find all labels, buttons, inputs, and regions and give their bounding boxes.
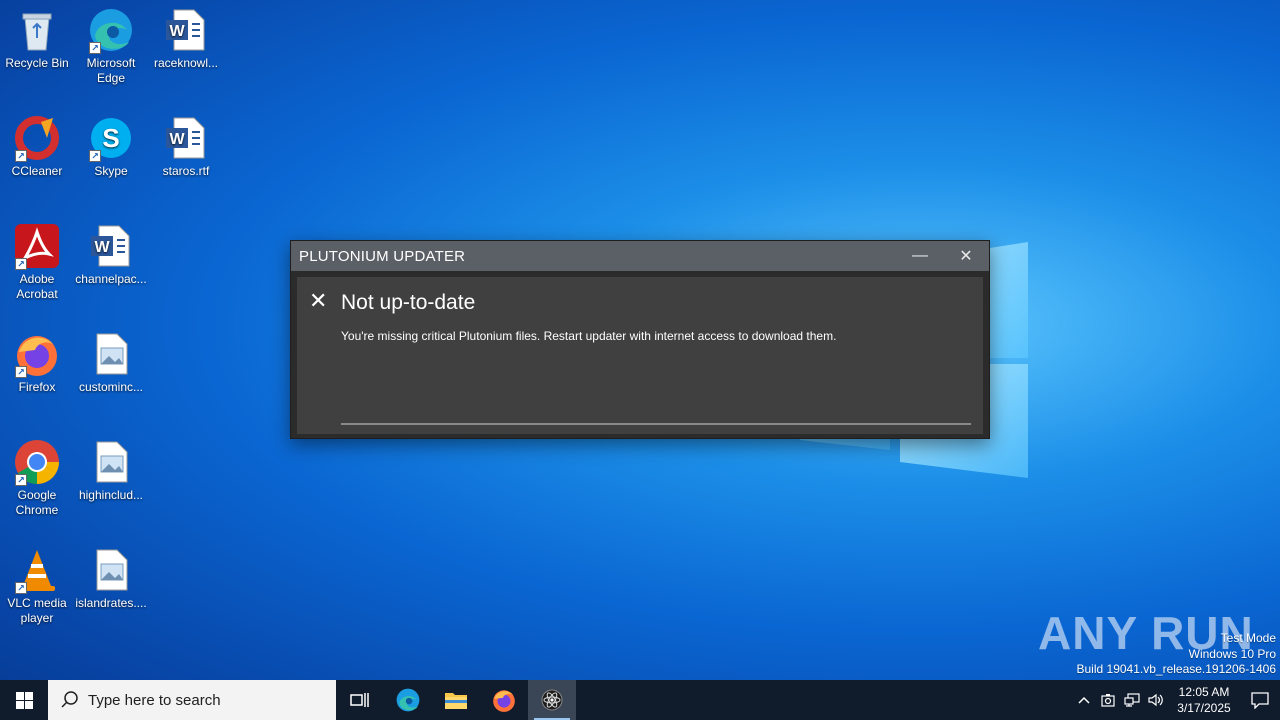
- close-button[interactable]: ✕: [943, 241, 989, 271]
- desktop-icon-label: Microsoft Edge: [86, 56, 136, 85]
- clock-date: 3/17/2025: [1177, 701, 1231, 715]
- desktop-icon-firefox[interactable]: ↗ Firefox: [0, 330, 75, 395]
- desktop-icon-channelpac[interactable]: W channelpac...: [73, 222, 149, 287]
- test-mode-watermark: Test Mode Windows 10 Pro Build 19041.vb_…: [1077, 631, 1277, 678]
- task-view-button[interactable]: [336, 680, 384, 720]
- image-file-icon: [96, 549, 128, 591]
- desktop-icon-label: custominc...: [78, 380, 144, 394]
- desktop-icon-label: highinclud...: [78, 488, 144, 502]
- desktop-icon-staros[interactable]: W staros.rtf: [148, 114, 224, 179]
- svg-text:S: S: [102, 123, 119, 153]
- image-file-icon: [96, 333, 128, 375]
- desktop-icon-label: raceknowl...: [153, 56, 219, 70]
- task-view-icon: [350, 693, 369, 707]
- word-document-icon: W: [166, 9, 205, 51]
- desktop-icon-label: Adobe Acrobat: [16, 272, 58, 301]
- status-message: You're missing critical Plutonium files.…: [341, 329, 837, 343]
- desktop-icon-label: islandrates....: [75, 596, 147, 610]
- network-icon: [1124, 693, 1140, 707]
- svg-text:W: W: [169, 131, 185, 148]
- desktop-icon-google-chrome[interactable]: ↗ Google Chrome: [0, 438, 75, 518]
- desktop-icon-label: CCleaner: [11, 164, 63, 178]
- desktop-icon-label: Recycle Bin: [5, 56, 69, 70]
- start-button[interactable]: [0, 680, 48, 720]
- network-button[interactable]: [1120, 680, 1144, 720]
- desktop-icon-raceknowl[interactable]: W raceknowl...: [148, 6, 224, 71]
- status-heading: Not up-to-date: [341, 291, 476, 314]
- search-placeholder: Type here to search: [88, 691, 221, 709]
- desktop-icon-adobe-acrobat[interactable]: ↗ Adobe Acrobat: [0, 222, 75, 302]
- edge-icon: [396, 688, 420, 712]
- taskbar-file-explorer[interactable]: [432, 680, 480, 720]
- word-document-icon: W: [166, 117, 205, 159]
- desktop-icon-label: Google Chrome: [15, 488, 59, 517]
- desktop-icon-recycle-bin[interactable]: Recycle Bin: [0, 6, 75, 71]
- show-hidden-icons-button[interactable]: [1072, 680, 1096, 720]
- desktop-icon-microsoft-edge[interactable]: ↗ Microsoft Edge: [73, 6, 149, 86]
- desktop-icon-islandrates[interactable]: islandrates....: [73, 546, 149, 611]
- speaker-icon: [1148, 693, 1163, 707]
- plutonium-updater-window: PLUTONIUM UPDATER — ✕ ✕ Not up-to-date Y…: [290, 240, 990, 439]
- taskbar-plutonium[interactable]: [528, 680, 576, 720]
- desktop-icon-label: VLC media player: [7, 596, 67, 625]
- svg-text:W: W: [94, 239, 110, 256]
- taskbar-edge[interactable]: [384, 680, 432, 720]
- image-file-icon: [96, 441, 128, 483]
- desktop-icon-label: Firefox: [18, 380, 56, 394]
- window-title: PLUTONIUM UPDATER: [299, 247, 466, 265]
- plutonium-icon: [541, 689, 563, 711]
- camera-icon: [1101, 694, 1115, 707]
- system-tray: 12:05 AM 3/17/2025: [1072, 680, 1280, 720]
- test-mode-label: Test Mode: [1220, 631, 1276, 645]
- svg-text:W: W: [169, 23, 185, 40]
- desktop-icon-label: staros.rtf: [162, 164, 210, 178]
- clock-time: 12:05 AM: [1178, 685, 1230, 699]
- chevron-up-icon: [1078, 696, 1090, 704]
- desktop-icon-custominc[interactable]: custominc...: [73, 330, 149, 395]
- notification-icon: [1251, 692, 1269, 709]
- volume-button[interactable]: [1144, 680, 1168, 720]
- tray-security-button[interactable]: [1096, 680, 1120, 720]
- taskbar-firefox[interactable]: [480, 680, 528, 720]
- recycle-bin-icon: [22, 13, 52, 51]
- desktop-icon-skype[interactable]: S ↗ Skype: [73, 114, 149, 179]
- desktop-icon-label: Skype: [94, 164, 128, 178]
- search-icon: [61, 691, 78, 708]
- dialog-content: ✕ Not up-to-date You're missing critical…: [297, 277, 983, 434]
- windows-edition-label: Windows 10 Pro: [1188, 646, 1276, 661]
- build-label: Build 19041.vb_release.191206-1406: [1076, 662, 1277, 676]
- word-document-icon: W: [91, 225, 130, 267]
- taskbar-search-box[interactable]: Type here to search: [48, 680, 336, 720]
- desktop-icon-highinclud[interactable]: highinclud...: [73, 438, 149, 503]
- window-titlebar[interactable]: PLUTONIUM UPDATER — ✕: [291, 241, 989, 271]
- desktop-icon-label: channelpac...: [75, 272, 147, 286]
- progress-bar: [341, 423, 971, 425]
- desktop-icon-ccleaner[interactable]: ↗ CCleaner: [0, 114, 75, 179]
- taskbar-clock[interactable]: 12:05 AM 3/17/2025: [1168, 684, 1240, 716]
- taskbar: Type here to search 12:05 AM 3/17/2025: [0, 680, 1280, 720]
- file-explorer-icon: [445, 693, 467, 709]
- windows-start-icon: [15, 691, 33, 709]
- close-icon: ✕: [309, 288, 328, 313]
- minimize-button[interactable]: —: [897, 241, 943, 271]
- firefox-icon: [493, 690, 515, 712]
- desktop-icon-vlc[interactable]: ↗ VLC media player: [0, 546, 75, 626]
- action-center-button[interactable]: [1240, 680, 1280, 720]
